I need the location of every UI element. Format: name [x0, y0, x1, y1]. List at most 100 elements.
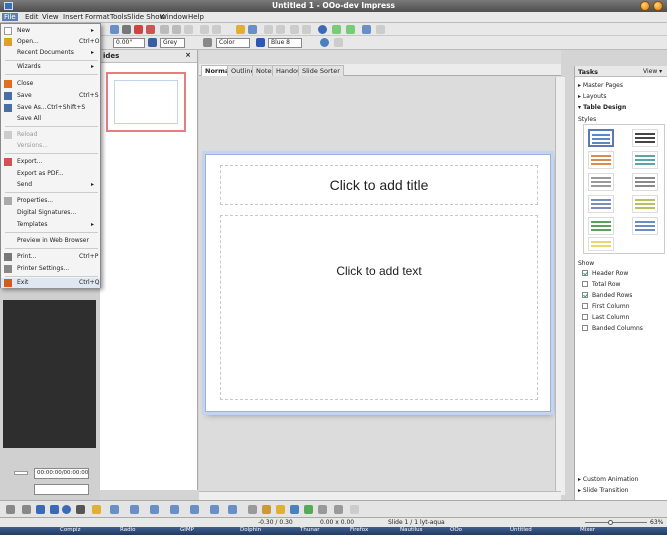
select-icon[interactable]	[6, 505, 15, 514]
header-row-checkbox[interactable]	[582, 270, 588, 276]
media-field[interactable]	[34, 484, 89, 495]
taskbar-item[interactable]: Compiz	[60, 527, 80, 533]
menu-item-templates[interactable]: Templates ▸	[1, 220, 100, 230]
table-style-10[interactable]	[632, 217, 658, 235]
tab-slide-sorter[interactable]: Slide Sorter	[298, 65, 344, 76]
menu-item-versions[interactable]: Versions...	[1, 141, 100, 151]
table-style-4[interactable]	[632, 151, 658, 169]
curve-icon[interactable]	[92, 505, 101, 514]
content-placeholder[interactable]: Click to add text	[220, 215, 538, 400]
zoom-slider-knob[interactable]	[608, 520, 613, 525]
taskbar-item[interactable]: Radio	[120, 527, 135, 533]
fill-type-select[interactable]: Color	[216, 38, 250, 48]
paste-icon[interactable]	[184, 25, 193, 34]
table-style-9[interactable]	[588, 217, 614, 235]
symbol-shapes-icon[interactable]	[150, 505, 159, 514]
connector-icon[interactable]	[110, 505, 119, 514]
more-draw-icon[interactable]	[350, 505, 359, 514]
effects-icon[interactable]	[334, 505, 343, 514]
area-style-icon[interactable]	[203, 38, 212, 47]
table-style-7[interactable]	[588, 195, 614, 213]
table-style-1[interactable]	[588, 129, 614, 147]
view-dropdown[interactable]: View ▾	[643, 68, 662, 75]
section-custom-animation[interactable]: ▸ Custom Animation	[578, 476, 638, 483]
banded-columns-checkbox[interactable]	[582, 325, 588, 331]
horizontal-scrollbar[interactable]	[199, 491, 561, 500]
menu-window[interactable]: Window	[160, 13, 188, 21]
fontwork-icon[interactable]	[276, 505, 285, 514]
from-file-icon[interactable]	[290, 505, 299, 514]
autospell-icon[interactable]	[146, 25, 155, 34]
menu-help[interactable]: Help	[188, 13, 204, 21]
title-placeholder[interactable]: Click to add title	[220, 165, 538, 205]
menu-item-close[interactable]: Close	[1, 79, 100, 89]
gallery-icon[interactable]	[304, 505, 313, 514]
timecode-field[interactable]: 00:00:00/00:00:00	[34, 468, 89, 479]
cut-icon[interactable]	[160, 25, 169, 34]
menu-item-save-all[interactable]: Save All	[1, 114, 100, 124]
table-icon[interactable]	[248, 25, 257, 34]
taskbar-item[interactable]: OOo	[450, 527, 462, 533]
menu-item-recent-documents[interactable]: Recent Documents ▸	[1, 48, 100, 58]
menu-item-printer-settings[interactable]: Printer Settings...	[1, 264, 100, 274]
print-icon[interactable]	[122, 25, 131, 34]
menu-item-exit[interactable]: Exit Ctrl+Q	[1, 278, 100, 288]
navigator-icon[interactable]	[290, 25, 299, 34]
basic-shapes-icon[interactable]	[130, 505, 139, 514]
show-draw-functions-icon[interactable]	[264, 25, 273, 34]
help-icon[interactable]	[318, 25, 327, 34]
menu-item-save-as[interactable]: Save As... Ctrl+Shift+S	[1, 103, 100, 113]
slider-handle[interactable]	[14, 471, 28, 475]
shadow-icon[interactable]	[320, 38, 329, 47]
menu-item-open[interactable]: Open... Ctrl+O	[1, 37, 100, 47]
menu-item-preview-web[interactable]: Preview in Web Browser	[1, 236, 100, 246]
menu-item-print[interactable]: Print... Ctrl+P	[1, 252, 100, 262]
callouts-icon[interactable]	[210, 505, 219, 514]
hyperlink-icon[interactable]	[276, 25, 285, 34]
section-layouts[interactable]: ▸ Layouts	[578, 93, 606, 100]
table-style-5[interactable]	[588, 173, 614, 191]
spellcheck-icon[interactable]	[134, 25, 143, 34]
menu-item-properties[interactable]: Properties...	[1, 196, 100, 206]
copy-icon[interactable]	[172, 25, 181, 34]
extrusion-icon[interactable]	[318, 505, 327, 514]
taskbar-item[interactable]: Dolphin	[240, 527, 261, 533]
points-icon[interactable]	[248, 505, 257, 514]
menu-file[interactable]: File	[2, 13, 18, 21]
section-master-pages[interactable]: ▸ Master Pages	[578, 82, 623, 89]
display-views-icon[interactable]	[332, 25, 341, 34]
rectangle-icon[interactable]	[50, 505, 59, 514]
redo-icon[interactable]	[212, 25, 221, 34]
taskbar-item[interactable]: Nautilus	[400, 527, 423, 533]
menu-item-digital-signatures[interactable]: Digital Signatures...	[1, 208, 100, 218]
section-table-design[interactable]: ▾ Table Design	[578, 104, 626, 111]
line-width-field[interactable]: 0.00"	[113, 38, 145, 48]
pdf-icon[interactable]	[110, 25, 119, 34]
zoom-icon[interactable]	[302, 25, 311, 34]
menu-insert[interactable]: Insert	[63, 13, 83, 21]
taskbar-item[interactable]: Firefox	[350, 527, 368, 533]
taskbar-item[interactable]: Thunar	[300, 527, 319, 533]
more-options-icon[interactable]	[334, 38, 343, 47]
minimize-button[interactable]	[640, 1, 650, 11]
table-style-11[interactable]	[588, 237, 614, 251]
table-style-8[interactable]	[632, 195, 658, 213]
first-column-checkbox[interactable]	[582, 303, 588, 309]
menu-item-export-pdf[interactable]: Export as PDF...	[1, 169, 100, 179]
total-row-checkbox[interactable]	[582, 281, 588, 287]
table-style-3[interactable]	[588, 151, 614, 169]
section-slide-transition[interactable]: ▸ Slide Transition	[578, 487, 629, 494]
slide-canvas[interactable]: Click to add title Click to add text	[205, 154, 551, 412]
taskbar-item[interactable]: Untitled	[510, 527, 532, 533]
slide-show-icon[interactable]	[362, 25, 371, 34]
menu-tools[interactable]: Tools	[110, 13, 127, 21]
menu-item-export[interactable]: Export...	[1, 157, 100, 167]
last-column-checkbox[interactable]	[582, 314, 588, 320]
slide-thumbnail[interactable]	[106, 72, 186, 132]
menu-item-new[interactable]: New ▸	[1, 26, 100, 36]
taskbar-item[interactable]: GIMP	[180, 527, 194, 533]
table-style-2[interactable]	[632, 129, 658, 147]
menu-item-reload[interactable]: Reload	[1, 130, 100, 140]
line-color-select[interactable]: Grey	[160, 38, 185, 48]
text-icon[interactable]	[76, 505, 85, 514]
